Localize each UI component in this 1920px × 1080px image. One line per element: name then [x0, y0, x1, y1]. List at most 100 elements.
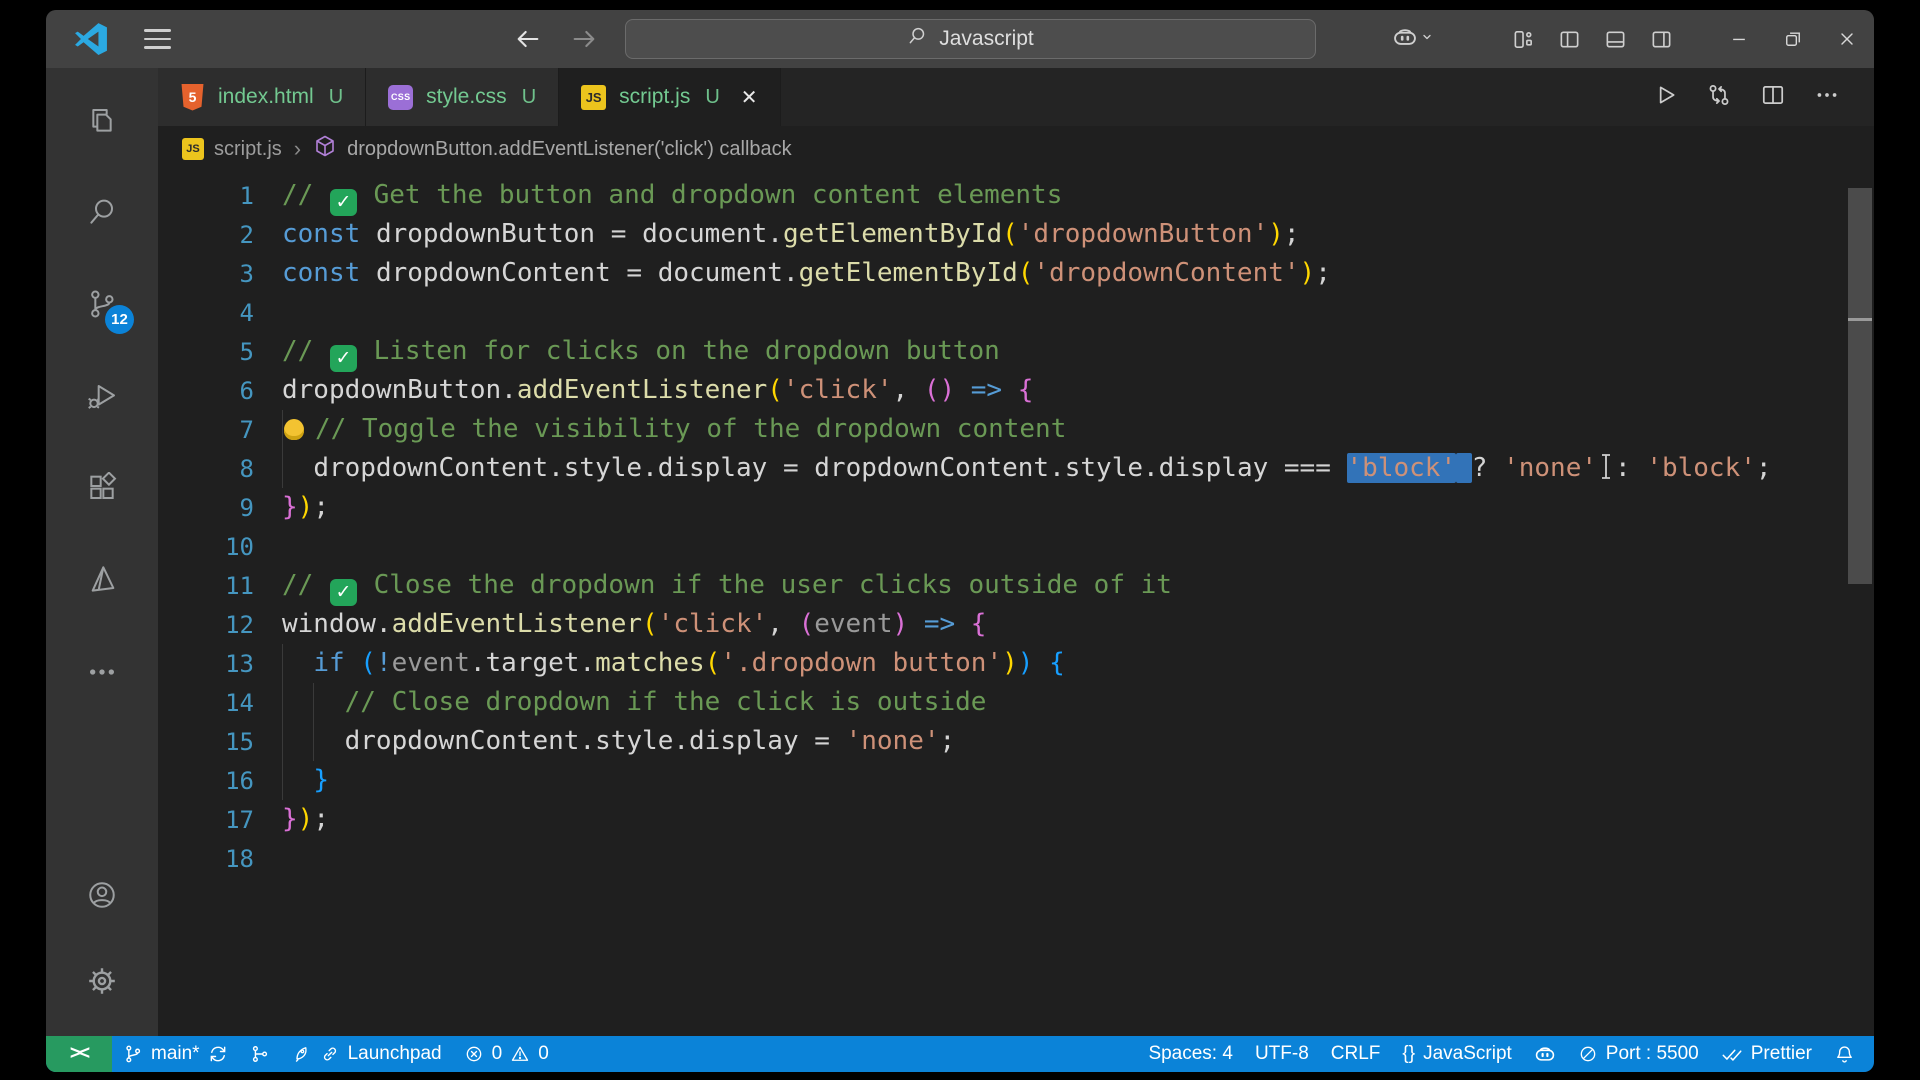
code-line-text[interactable]: const dropdownContent = document.getElem…	[254, 254, 1874, 293]
minimize-icon[interactable]	[1712, 10, 1766, 68]
git-graph-button[interactable]	[239, 1036, 281, 1072]
indent-guide	[282, 722, 283, 761]
customize-layout-icon[interactable]	[1500, 10, 1546, 68]
code-token: dropdownContent	[375, 258, 611, 288]
scrollbar-thumb[interactable]	[1848, 188, 1872, 584]
breadcrumb[interactable]: JS script.js › dropdownButton.addEventLi…	[158, 126, 1874, 172]
code-line[interactable]: 17});	[158, 800, 1874, 839]
code-line-text[interactable]: }	[254, 761, 1874, 800]
tab-script-js[interactable]: JS script.js U ✕	[559, 68, 781, 126]
breadcrumb-symbol[interactable]: dropdownButton.addEventListener('click')…	[347, 138, 792, 161]
prettier-button[interactable]: Prettier	[1710, 1036, 1823, 1072]
line-number: 13	[225, 649, 254, 678]
code-line[interactable]: 9});	[158, 488, 1874, 527]
code-line-text[interactable]: if (!event.target.matches('.dropdown but…	[254, 644, 1874, 683]
code-line-text[interactable]	[254, 839, 1874, 878]
port-button[interactable]: Port : 5500	[1567, 1036, 1710, 1072]
code-line[interactable]: 11// ✓ Close the dropdown if the user cl…	[158, 566, 1874, 606]
code-line-text[interactable]: const dropdownButton = document.getEleme…	[254, 215, 1874, 254]
sidebar-item-source-control[interactable]: 12	[46, 260, 158, 352]
navigate-back-icon[interactable]	[514, 25, 544, 53]
tab-style-css[interactable]: CSS style.css U	[366, 68, 560, 126]
remote-indicator[interactable]: ><	[46, 1036, 112, 1072]
code-token: {	[1049, 648, 1065, 678]
line-number: 3	[239, 259, 254, 288]
code-token: ===	[1283, 453, 1331, 483]
lightbulb-icon[interactable]	[284, 419, 304, 440]
indentation-label: Spaces: 4	[1148, 1043, 1233, 1064]
code-line[interactable]: 10	[158, 527, 1874, 566]
layout-controls	[1500, 10, 1684, 68]
copilot-status-button[interactable]	[1523, 1036, 1567, 1072]
sidebar-item-search[interactable]	[46, 168, 158, 260]
code-line-text[interactable]: dropdownButton.addEventListener('click',…	[254, 371, 1874, 410]
code-line-text[interactable]	[254, 527, 1874, 566]
sidebar-item-prism[interactable]	[46, 536, 158, 628]
problems-button[interactable]: 0 0	[453, 1036, 560, 1072]
code-line[interactable]: 7 // Toggle the visibility of the dropdow…	[158, 410, 1874, 449]
menu-icon[interactable]	[144, 29, 171, 49]
close-tab-icon[interactable]: ✕	[741, 85, 758, 110]
code-line[interactable]: 6 dropdownButton.addEventListener('click'…	[158, 371, 1874, 410]
code-token: .	[375, 609, 392, 639]
code-line-text[interactable]: dropdownContent.style.display = 'none';	[254, 722, 1874, 761]
accounts-button[interactable]	[46, 854, 158, 940]
code-line[interactable]: 5// ✓ Listen for clicks on the dropdown …	[158, 332, 1874, 372]
git-branch-button[interactable]: main*	[112, 1036, 239, 1072]
indentation-button[interactable]: Spaces: 4	[1137, 1036, 1244, 1072]
open-changes-icon[interactable]	[1706, 82, 1732, 113]
code-line-text[interactable]: // ✓ Get the button and dropdown content…	[254, 176, 1874, 216]
code-line[interactable]: 15 dropdownContent.style.display = 'none…	[158, 722, 1874, 761]
launchpad-button[interactable]: Launchpad	[281, 1036, 453, 1072]
sidebar-item-run-debug[interactable]	[46, 352, 158, 444]
eol-button[interactable]: CRLF	[1320, 1036, 1392, 1072]
code-line-text[interactable]: });	[254, 488, 1874, 527]
tab-index-html[interactable]: 5 index.html U	[158, 68, 367, 126]
code-line-text[interactable]: // Toggle the visibility of the dropdown…	[254, 410, 1874, 449]
code-editor[interactable]: 1// ✓ Get the button and dropdown conten…	[158, 172, 1874, 1036]
braces-icon: {}	[1402, 1043, 1416, 1064]
code-token: )	[1002, 648, 1018, 678]
code-line[interactable]: 2 const dropdownButton = document.getElem…	[158, 215, 1874, 254]
restore-icon[interactable]	[1766, 10, 1820, 68]
split-editor-icon[interactable]	[1760, 82, 1786, 113]
code-line-text[interactable]: // ✓ Listen for clicks on the dropdown b…	[254, 332, 1874, 372]
settings-button[interactable]	[46, 940, 158, 1026]
navigate-forward-icon[interactable]	[570, 25, 600, 53]
toggle-secondary-sidebar-icon[interactable]	[1638, 10, 1684, 68]
encoding-button[interactable]: UTF-8	[1244, 1036, 1320, 1072]
code-token: ?	[1471, 453, 1488, 483]
code-line[interactable]: 13 if (!event.target.matches('.dropdown …	[158, 644, 1874, 683]
code-line[interactable]: 4	[158, 293, 1874, 332]
line-number: 4	[239, 298, 254, 327]
code-line[interactable]: 3 const dropdownContent = document.getEle…	[158, 254, 1874, 293]
sidebar-item-extensions[interactable]	[46, 444, 158, 536]
code-line-text[interactable]	[254, 293, 1874, 332]
code-line-text[interactable]: window.addEventListener('click', (event)…	[254, 605, 1874, 644]
toggle-sidebar-icon[interactable]	[1546, 10, 1592, 68]
code-line-text[interactable]: dropdownContent.style.display = dropdown…	[254, 449, 1874, 488]
code-token: (	[767, 375, 783, 405]
copilot-menu[interactable]	[1392, 24, 1436, 55]
code-line[interactable]: 16 }	[158, 761, 1874, 800]
close-icon[interactable]	[1820, 10, 1874, 68]
code-line[interactable]: 14 // Close dropdown if the click is out…	[158, 683, 1874, 722]
code-line-text[interactable]: });	[254, 800, 1874, 839]
sidebar-item-explorer[interactable]	[46, 76, 158, 168]
code-line[interactable]: 8 dropdownContent.style.display = dropdo…	[158, 449, 1874, 488]
code-token: (	[642, 609, 658, 639]
code-line[interactable]: 1// ✓ Get the button and dropdown conten…	[158, 176, 1874, 216]
toggle-panel-icon[interactable]	[1592, 10, 1638, 68]
run-icon[interactable]	[1652, 82, 1678, 113]
code-line-text[interactable]: // Close dropdown if the click is outsid…	[254, 683, 1874, 722]
command-center-search[interactable]: Javascript	[625, 19, 1316, 59]
sidebar-item-more[interactable]	[46, 628, 158, 720]
language-mode-button[interactable]: {} JavaScript	[1391, 1036, 1522, 1072]
code-line-text[interactable]: // ✓ Close the dropdown if the user clic…	[254, 566, 1874, 606]
line-number: 5	[239, 337, 254, 366]
more-actions-icon[interactable]	[1814, 82, 1840, 113]
code-line[interactable]: 12 window.addEventListener('click', (even…	[158, 605, 1874, 644]
notifications-button[interactable]	[1823, 1036, 1866, 1072]
code-line[interactable]: 18	[158, 839, 1874, 878]
breadcrumb-file[interactable]: script.js	[214, 138, 282, 161]
